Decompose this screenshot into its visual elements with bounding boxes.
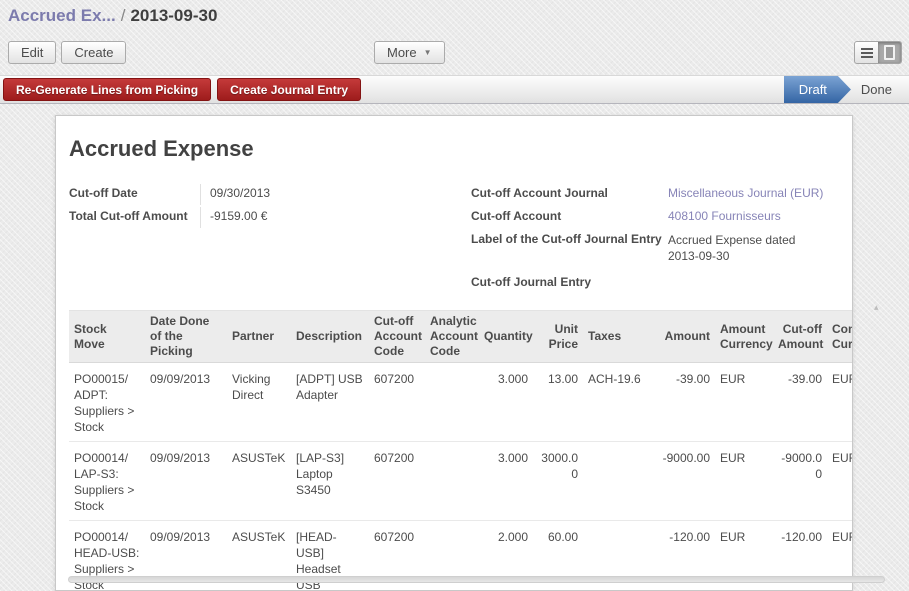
table-cell: 3.000 [479,442,533,521]
table-cell: 607200 [369,363,425,442]
column-header[interactable]: Quantity [479,311,533,363]
cut-off-date-value: 09/30/2013 [200,184,471,205]
table-cell: EUR [827,442,853,521]
create-journal-entry-button[interactable]: Create Journal Entry [217,78,361,101]
list-view-button[interactable] [855,42,878,63]
table-cell: [LAP-S3] Laptop S3450 [291,442,369,521]
field-groups: Cut-off Date 09/30/2013 Total Cut-off Am… [69,184,852,296]
regenerate-lines-button[interactable]: Re-Generate Lines from Picking [3,78,211,101]
table-cell: -39.00 [649,363,715,442]
edit-button[interactable]: Edit [8,41,56,64]
more-button-label: More [387,45,417,60]
table-cell: PO00014/​LAP-S3: Suppliers > Stock [69,442,145,521]
table-cell: PO00015/​ADPT: Suppliers > Stock [69,363,145,442]
field-cut-off-date: Cut-off Date 09/30/2013 [69,184,471,207]
column-header[interactable]: Amount [649,311,715,363]
journal-entry-label-value: Accrued Expense dated 2013-09-30 [668,230,818,264]
field-group-left: Cut-off Date 09/30/2013 Total Cut-off Am… [69,184,471,296]
field-group-right: Cut-off Account Journal Miscellaneous Jo… [471,184,851,296]
cut-off-journal-entry-value [668,273,851,275]
column-header[interactable]: Partner [227,311,291,363]
status-action-bar: Re-Generate Lines from Picking Create Jo… [0,75,909,104]
column-header[interactable]: Taxes [583,311,649,363]
table-row[interactable]: PO00014/​LAP-S3: Suppliers > Stock09/​09… [69,442,853,521]
line-table: Stock MoveDate Done of the PickingPartne… [69,310,853,591]
status-done: Done [851,76,909,103]
cut-off-account-journal-link[interactable]: Miscellaneous Journal (EUR) [668,184,851,200]
form-view-icon [884,45,895,60]
table-cell: 09/​09/​2013 [145,442,227,521]
table-cell: 13.00 [533,363,583,442]
field-label: Label of the Cut-off Journal Entry [471,230,668,246]
column-header[interactable]: Date Done of the Picking [145,311,227,363]
form-view-button[interactable] [878,42,901,63]
table-cell: EUR [827,363,853,442]
table-row[interactable]: PO00015/​ADPT: Suppliers > Stock09/​09/​… [69,363,853,442]
breadcrumb-separator: / [116,6,131,25]
table-cell [583,442,649,521]
field-label: Cut-off Account [471,207,668,223]
more-button[interactable]: More ▼ [374,41,445,64]
column-header[interactable]: Company Currency [827,311,853,363]
chevron-down-icon: ▼ [424,45,432,60]
create-button[interactable]: Create [61,41,126,64]
scroll-up-arrow-icon: ▴ [874,302,879,313]
field-journal-entry-label: Label of the Cut-off Journal Entry Accru… [471,230,851,264]
table-cell: EUR [715,363,773,442]
field-label: Cut-off Journal Entry [471,273,668,289]
table-cell: 3000.00 [533,442,583,521]
table-cell: -9000.00 [773,442,827,521]
field-cut-off-journal-entry: Cut-off Journal Entry [471,273,851,296]
column-header[interactable]: Amount Currency [715,311,773,363]
field-label: Total Cut-off Amount [69,207,200,223]
column-header[interactable]: Description [291,311,369,363]
column-header[interactable]: Analytic Account Code [425,311,479,363]
breadcrumb-current: 2013-09-30 [130,6,217,25]
table-cell: [ADPT] USB Adapter [291,363,369,442]
line-table-body: PO00015/​ADPT: Suppliers > Stock09/​09/​… [69,363,853,591]
field-label: Cut-off Account Journal [471,184,668,200]
table-cell: -9000.00 [649,442,715,521]
toolbar: Edit Create [8,41,126,64]
field-cut-off-account-journal: Cut-off Account Journal Miscellaneous Jo… [471,184,851,207]
breadcrumb: Accrued Ex.../2013-09-30 [8,6,217,26]
horizontal-scrollbar[interactable] [68,576,885,583]
table-cell: Vicking Direct [227,363,291,442]
form-sheet: Accrued Expense Cut-off Date 09/30/2013 … [55,115,853,591]
table-cell: 607200 [369,442,425,521]
line-table-header-row: Stock MoveDate Done of the PickingPartne… [69,311,853,363]
statusbar-states: Draft Done [784,76,909,103]
table-cell [425,363,479,442]
total-cut-off-amount-value: -9159.00 € [200,207,471,228]
table-cell: EUR [715,442,773,521]
table-cell: ASUSTeK [227,442,291,521]
table-cell: 3.000 [479,363,533,442]
action-buttons: Re-Generate Lines from Picking Create Jo… [3,78,361,101]
column-header[interactable]: Unit Price [533,311,583,363]
cut-off-account-link[interactable]: 408100 Fournisseurs [668,207,851,223]
table-cell: 09/​09/​2013 [145,363,227,442]
view-switcher [854,41,902,64]
column-header[interactable]: Cut-off Account Code [369,311,425,363]
breadcrumb-parent-link[interactable]: Accrued Ex... [8,6,116,25]
lines-table-container: Stock MoveDate Done of the PickingPartne… [69,310,853,591]
field-total-cut-off-amount: Total Cut-off Amount -9159.00 € [69,207,471,230]
table-cell: -39.00 [773,363,827,442]
page-title: Accrued Expense [69,136,852,162]
list-view-icon [861,48,873,58]
status-draft: Draft [784,76,851,103]
field-cut-off-account: Cut-off Account 408100 Fournisseurs [471,207,851,230]
table-cell [425,442,479,521]
column-header[interactable]: Stock Move [69,311,145,363]
field-label: Cut-off Date [69,184,200,200]
column-header[interactable]: Cut-off Amount [773,311,827,363]
table-cell: ACH-19.6 [583,363,649,442]
